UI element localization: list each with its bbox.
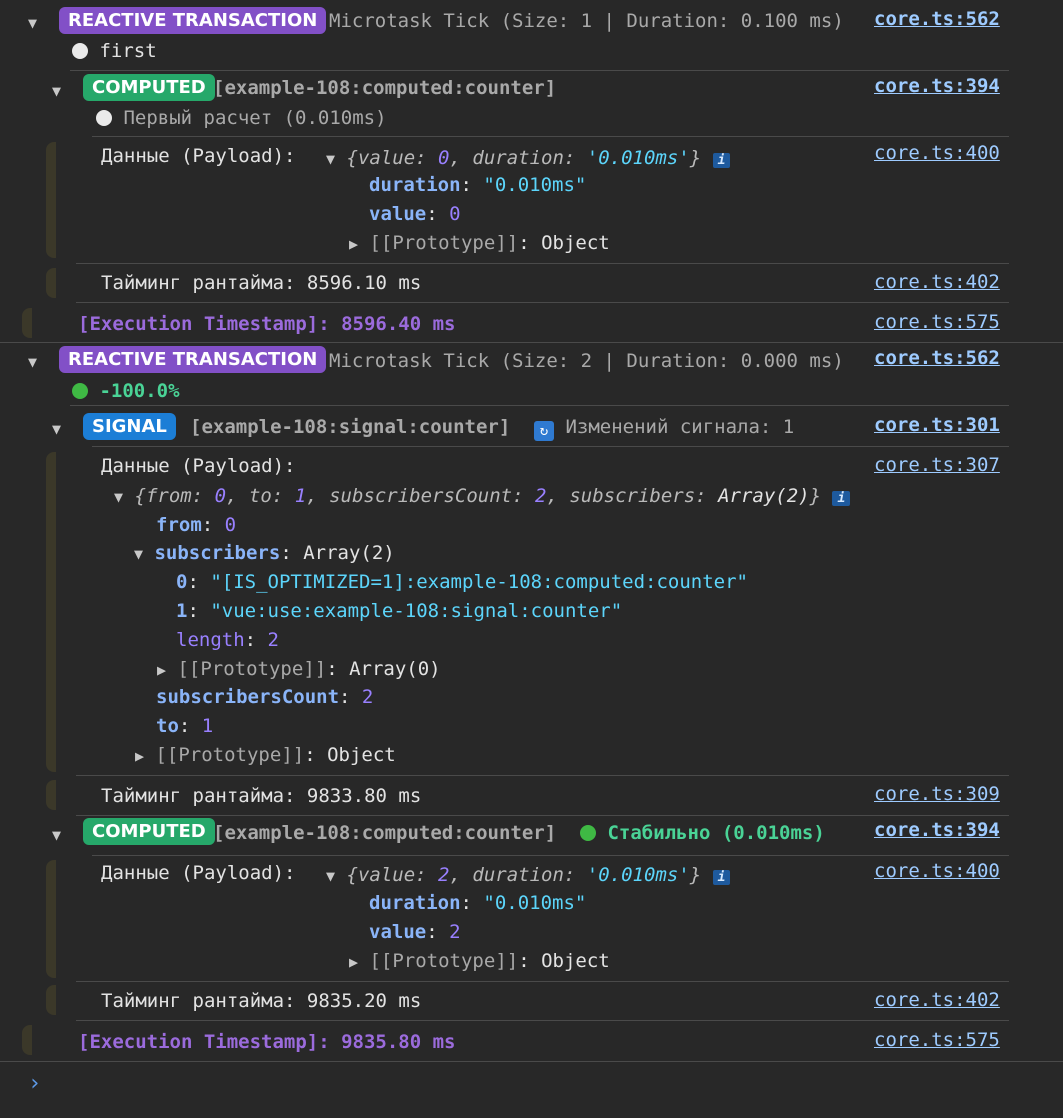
- transaction-badge: REACTIVE TRANSACTION: [59, 346, 327, 373]
- property-from: from: 0: [156, 514, 237, 536]
- transaction-description: Microtask Tick (Size: 1 | Duration: 0.10…: [329, 10, 844, 32]
- array-item-0: 0: "[IS_OPTIMIZED=1]:example-108:compute…: [176, 571, 748, 593]
- refresh-icon: ↻: [534, 421, 554, 441]
- computed-name: [example-108:computed:counter]: [213, 822, 557, 844]
- signal-changes: ↻ Изменений сигнала: 1: [534, 416, 794, 441]
- computed-badge: COMPUTED: [83, 74, 215, 101]
- payload-label: Данные (Payload):: [101, 145, 296, 167]
- triangle-down-icon[interactable]: ▼: [114, 488, 123, 506]
- property-value: value: 2: [369, 921, 461, 943]
- source-link[interactable]: core.ts:562: [874, 8, 1000, 30]
- payload-label: Данные (Payload):: [101, 862, 296, 884]
- status-text: -100.0%: [99, 380, 180, 402]
- info-icon[interactable]: i: [832, 491, 851, 506]
- triangle-down-icon[interactable]: ▼: [28, 353, 37, 371]
- property-duration: duration: "0.010ms": [369, 174, 587, 196]
- triangle-right-icon[interactable]: ▶: [349, 235, 358, 253]
- execution-timestamp: [Execution Timestamp]: 9835.80 ms: [78, 1031, 456, 1053]
- triangle-down-icon[interactable]: ▼: [326, 150, 335, 168]
- triangle-down-icon[interactable]: ▼: [28, 14, 37, 32]
- transaction-status: first: [72, 40, 157, 62]
- prototype-row[interactable]: ▶ [[Prototype]]: Object: [349, 232, 610, 254]
- transaction-status: -100.0%: [72, 380, 180, 402]
- timing-row: Тайминг рантайма: 8596.10 ms: [101, 272, 422, 294]
- status-text: Стабильно (0.010ms): [607, 822, 825, 844]
- chevron-right-icon[interactable]: ›: [28, 1071, 41, 1096]
- status-text: Первый расчет (0.010ms): [123, 107, 387, 129]
- source-link[interactable]: core.ts:400: [874, 860, 1000, 882]
- source-link[interactable]: core.ts:394: [874, 819, 1000, 841]
- info-icon[interactable]: i: [712, 870, 731, 885]
- computed-badge: COMPUTED: [83, 818, 215, 845]
- payload-summary[interactable]: ▼ {value: 0, duration: '0.010ms'} i: [326, 147, 731, 169]
- array-prototype-row[interactable]: ▶ [[Prototype]]: Array(0): [157, 658, 441, 680]
- triangle-down-icon[interactable]: ▼: [52, 420, 61, 438]
- source-link[interactable]: core.ts:402: [874, 989, 1000, 1011]
- status-text: first: [99, 40, 157, 62]
- source-link[interactable]: core.ts:402: [874, 271, 1000, 293]
- signal-name: [example-108:signal:counter]: [190, 416, 511, 438]
- prototype-row[interactable]: ▶ [[Prototype]]: Object: [349, 950, 610, 972]
- computed-status: Стабильно (0.010ms): [580, 822, 825, 844]
- source-link[interactable]: core.ts:562: [874, 347, 1000, 369]
- triangle-right-icon[interactable]: ▶: [157, 661, 166, 679]
- triangle-down-icon[interactable]: ▼: [52, 82, 61, 100]
- white-circle-icon: [96, 110, 112, 126]
- computed-status: Первый расчет (0.010ms): [96, 107, 387, 129]
- prototype-row[interactable]: ▶ [[Prototype]]: Object: [135, 744, 396, 766]
- green-circle-icon: [580, 825, 596, 841]
- triangle-right-icon[interactable]: ▶: [349, 953, 358, 971]
- source-link[interactable]: core.ts:394: [874, 75, 1000, 97]
- transaction-badge: REACTIVE TRANSACTION: [59, 7, 327, 34]
- triangle-down-icon[interactable]: ▼: [326, 867, 335, 885]
- property-value: value: 0: [369, 203, 461, 225]
- triangle-right-icon[interactable]: ▶: [135, 747, 144, 765]
- property-subscribers[interactable]: ▼ subscribers: Array(2): [134, 542, 395, 564]
- green-circle-icon: [72, 383, 88, 399]
- execution-timestamp: [Execution Timestamp]: 8596.40 ms: [78, 313, 456, 335]
- source-link[interactable]: core.ts:307: [874, 454, 1000, 476]
- computed-name: [example-108:computed:counter]: [213, 77, 557, 99]
- array-item-1: 1: "vue:use:example-108:signal:counter": [176, 600, 623, 622]
- triangle-down-icon[interactable]: ▼: [52, 826, 61, 844]
- source-link[interactable]: core.ts:301: [874, 414, 1000, 436]
- property-subscribers-count: subscribersCount: 2: [156, 686, 374, 708]
- payload-summary[interactable]: ▼ {from: 0, to: 1, subscribersCount: 2, …: [114, 485, 851, 507]
- signal-badge: SIGNAL: [83, 413, 176, 440]
- triangle-down-icon[interactable]: ▼: [134, 545, 143, 563]
- property-duration: duration: "0.010ms": [369, 892, 587, 914]
- timing-row: Тайминг рантайма: 9835.20 ms: [101, 990, 422, 1012]
- timing-row: Тайминг рантайма: 9833.80 ms: [101, 785, 422, 807]
- source-link[interactable]: core.ts:400: [874, 142, 1000, 164]
- source-link[interactable]: core.ts:309: [874, 783, 1000, 805]
- payload-label: Данные (Payload):: [101, 455, 296, 477]
- source-link[interactable]: core.ts:575: [874, 1029, 1000, 1051]
- transaction-description: Microtask Tick (Size: 2 | Duration: 0.00…: [329, 350, 844, 372]
- white-circle-icon: [72, 43, 88, 59]
- array-length: length: 2: [176, 629, 279, 651]
- source-link[interactable]: core.ts:575: [874, 311, 1000, 333]
- property-to: to: 1: [156, 715, 214, 737]
- payload-summary[interactable]: ▼ {value: 2, duration: '0.010ms'} i: [326, 864, 731, 886]
- info-icon[interactable]: i: [712, 153, 731, 168]
